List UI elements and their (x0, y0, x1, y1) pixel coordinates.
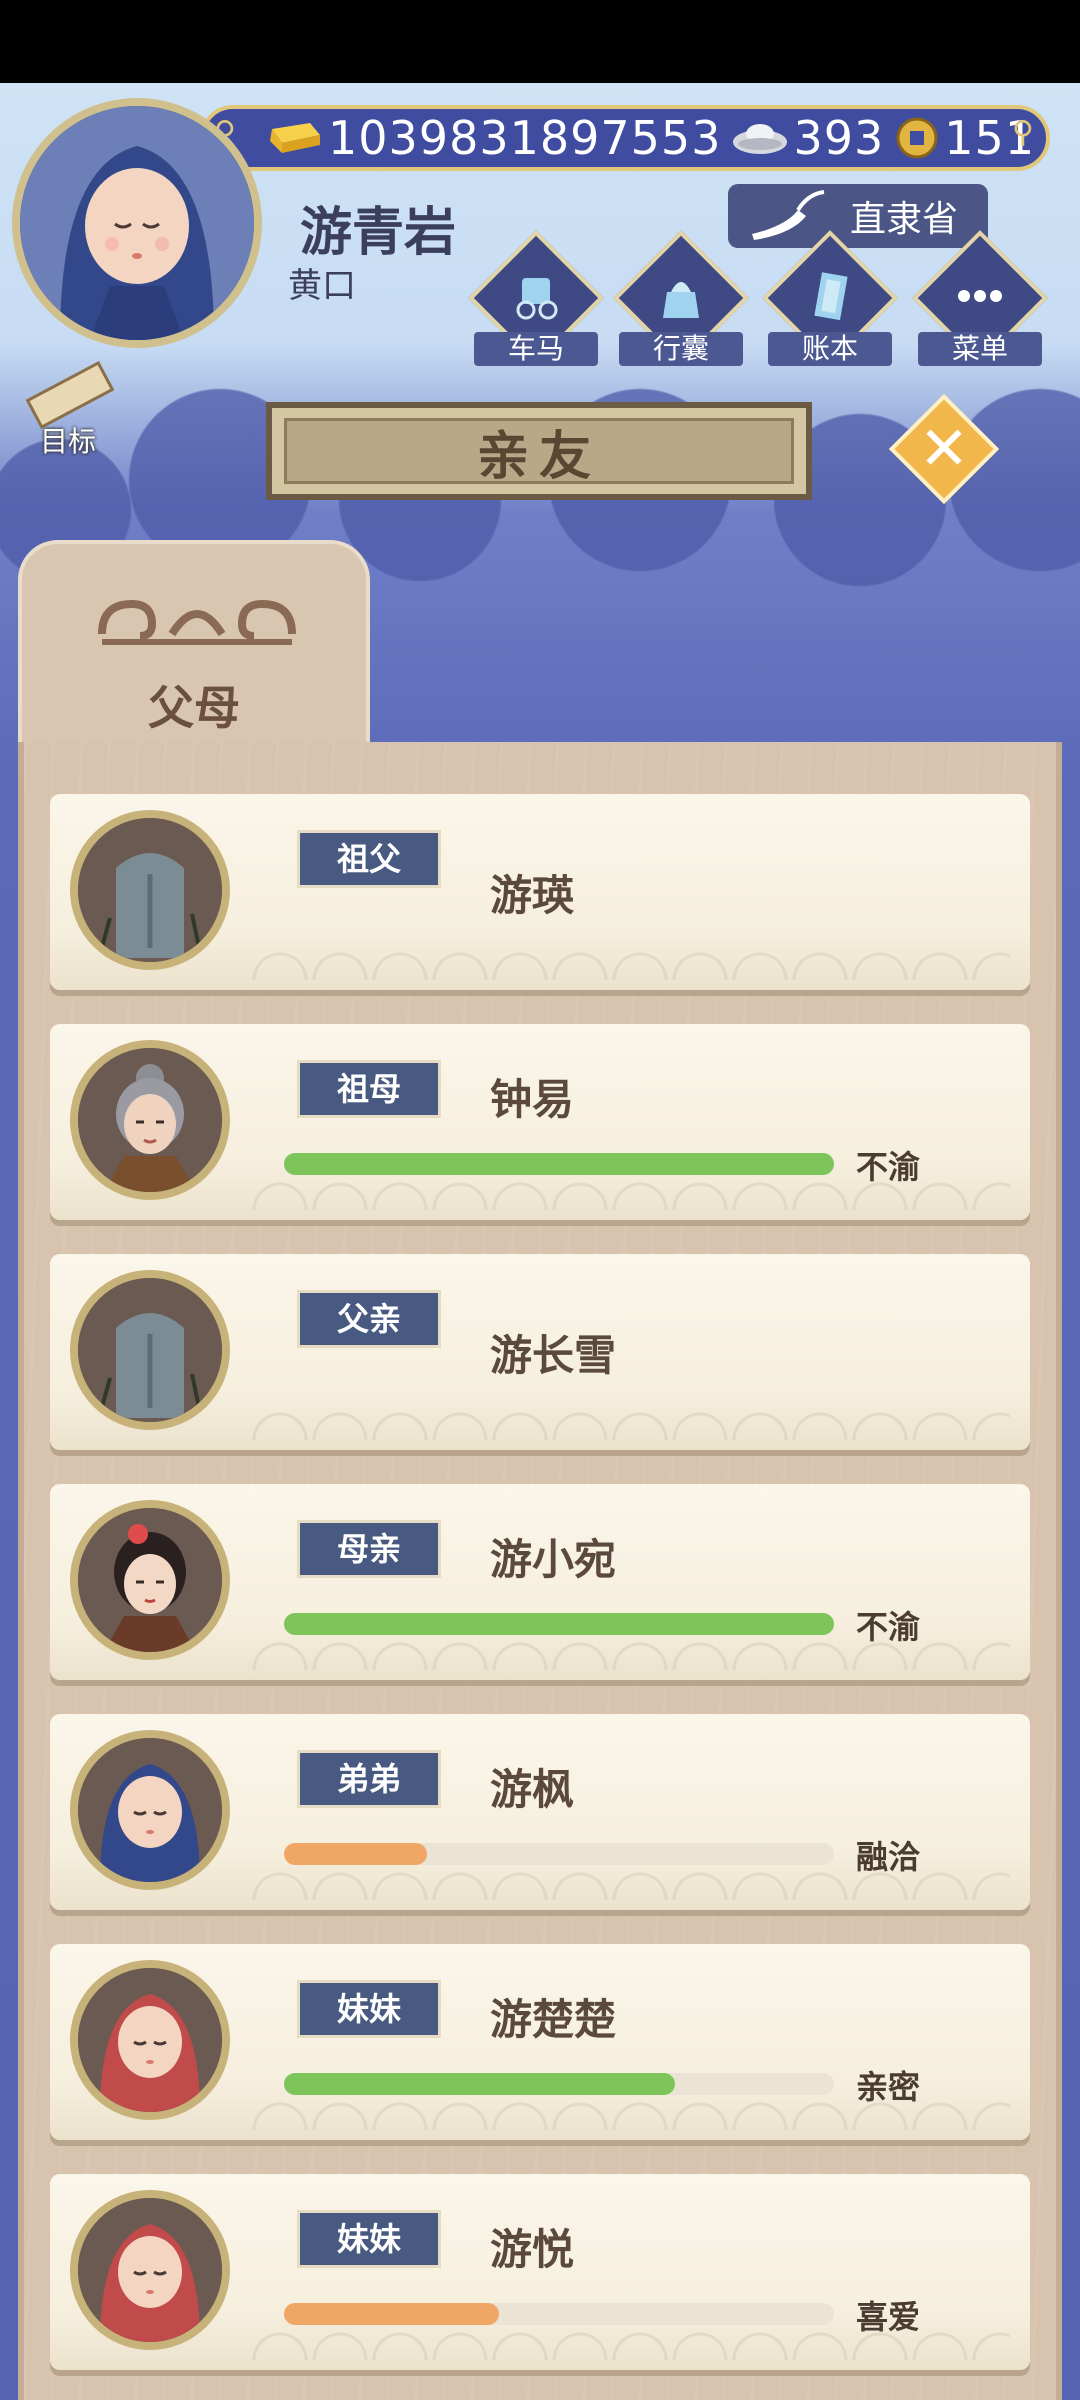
silver-ingot-icon (733, 124, 788, 154)
relative-card[interactable]: 祖父 游瑛 (50, 794, 1030, 990)
baby-portrait-icon (20, 106, 254, 340)
affection-bar-fill (284, 1843, 427, 1865)
affection-bar (284, 1153, 834, 1175)
page-title: 亲友 (476, 427, 601, 487)
gold-amount: 1039831897553 (328, 111, 722, 165)
silver-amount: 393 (793, 111, 885, 165)
province-button[interactable]: 直隶省 (728, 184, 988, 248)
relative-name: 游瑛 (490, 871, 575, 920)
goal-label: 目标 (40, 425, 97, 458)
mood-label: 不渝 (856, 1148, 921, 1186)
affection-bar (284, 2073, 834, 2095)
bag-button[interactable]: 行囊 (613, 230, 749, 366)
ledger-icon (814, 272, 848, 321)
relation-tag: 母亲 (297, 1520, 441, 1578)
wave-pattern (250, 1370, 1010, 1440)
relation-tag: 弟弟 (297, 1750, 441, 1808)
affection-bar-fill (284, 2073, 675, 2095)
brush-icon (752, 190, 825, 240)
title-banner: 亲友 (266, 402, 812, 500)
nav-label-ledger: 账本 (768, 332, 892, 366)
relation-tag: 祖父 (297, 830, 441, 888)
relative-name: 游楚楚 (490, 1995, 617, 2044)
relative-name: 游枫 (490, 1765, 575, 1814)
affection-bar (284, 2303, 834, 2325)
tombstone-icon (78, 1278, 222, 1422)
tab-label: 父母 (148, 681, 240, 735)
nav-label-bag: 行囊 (619, 332, 743, 366)
relation-tag: 妹妹 (297, 2210, 441, 2268)
brother-portrait (70, 1730, 230, 1890)
carriage-icon (516, 278, 558, 320)
relative-name: 游小宛 (490, 1535, 617, 1584)
relative-card[interactable]: 母亲 游小宛 不渝 (50, 1484, 1030, 1680)
gold-ingot-icon (270, 123, 320, 153)
grandmother-icon (78, 1048, 222, 1192)
nav-label-menu: 菜单 (918, 332, 1042, 366)
currency-bar: ⚲ 1039831897553 393 151 ⚲ (200, 105, 1050, 171)
baby-red-icon (78, 1968, 222, 2112)
tombstone-portrait (70, 1270, 230, 1430)
bamboo-right-icon: ⚲ (1012, 115, 1035, 150)
affection-bar-fill (284, 1153, 834, 1175)
relative-card[interactable]: 弟弟 游枫 融洽 (50, 1714, 1030, 1910)
carriage-button[interactable]: 车马 (468, 230, 604, 366)
relative-name: 游悦 (490, 2225, 575, 2274)
relative-name: 游长雪 (490, 1331, 617, 1380)
tab-parents[interactable]: 父母 (18, 540, 370, 750)
player-title: 黄口 (288, 266, 356, 306)
relation-tag: 父亲 (297, 1290, 441, 1348)
relative-card[interactable]: 祖母 钟易 不渝 (50, 1024, 1030, 1220)
affection-bar (284, 1843, 834, 1865)
close-icon: ✕ (918, 414, 970, 484)
affection-bar-fill (284, 1613, 834, 1635)
mood-label: 融洽 (856, 1838, 921, 1876)
mood-label: 不渝 (856, 1608, 921, 1646)
player-avatar[interactable] (12, 98, 262, 348)
goal-button[interactable]: 目标 (18, 360, 128, 460)
relative-card[interactable]: 父亲 游长雪 (50, 1254, 1030, 1450)
sister-portrait (70, 1960, 230, 2120)
mother-portrait (70, 1500, 230, 1660)
relative-name: 钟易 (490, 1075, 575, 1124)
nav-label-carriage: 车马 (474, 332, 598, 366)
ledger-button[interactable]: 账本 (762, 230, 898, 366)
copper-coin-icon (896, 117, 938, 159)
baby-red-icon (78, 2198, 222, 2342)
relative-card[interactable]: 妹妹 游楚楚 亲密 (50, 1944, 1030, 2140)
cloud-ornament-icon (98, 599, 296, 645)
status-bar (0, 0, 1080, 83)
player-name: 游青岩 (300, 203, 457, 263)
wave-pattern (250, 910, 1010, 980)
affection-bar-fill (284, 2303, 499, 2325)
relative-card[interactable]: 妹妹 游悦 喜爱 (50, 2174, 1030, 2370)
banner-inner: 亲友 (284, 418, 794, 487)
affection-bar (284, 1613, 834, 1635)
menu-button[interactable]: 菜单 (912, 230, 1048, 366)
menu-dots-icon (958, 290, 1002, 302)
mood-label: 喜爱 (856, 2298, 921, 2336)
relation-tag: 祖母 (297, 1060, 441, 1118)
relation-tag: 妹妹 (297, 1980, 441, 2038)
tombstone-portrait (70, 810, 230, 970)
baby-blue-icon (78, 1738, 222, 1882)
sister-portrait (70, 2190, 230, 2350)
mood-label: 亲密 (856, 2068, 921, 2106)
grandmother-portrait (70, 1040, 230, 1200)
bag-icon (663, 282, 699, 318)
tombstone-icon (78, 818, 222, 962)
province-label: 直隶省 (849, 199, 958, 240)
mother-icon (78, 1508, 222, 1652)
